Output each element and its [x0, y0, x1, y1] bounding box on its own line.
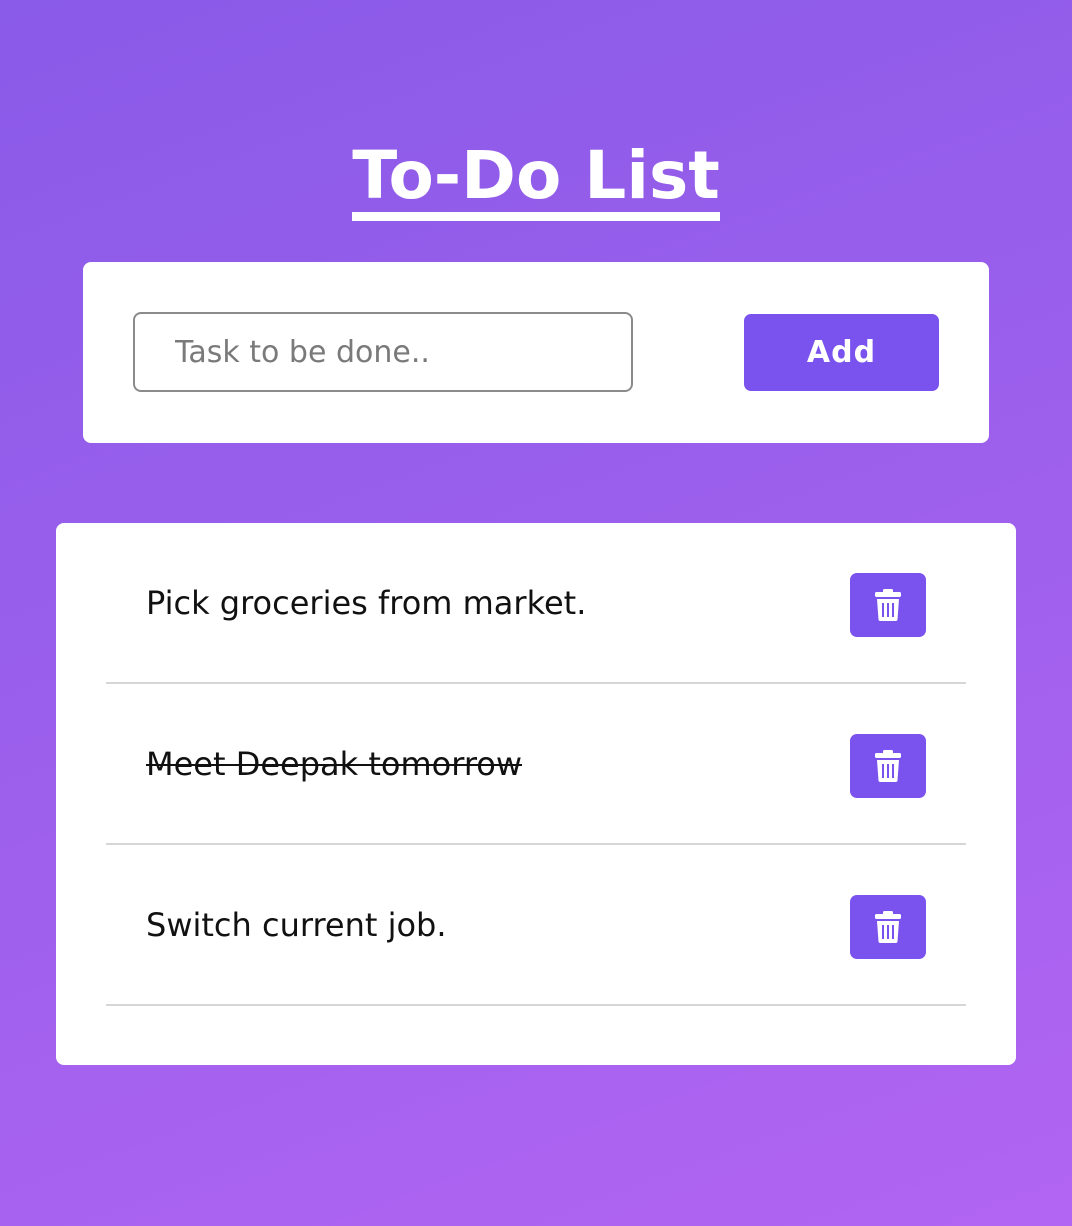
page-title-text: To-Do List [352, 140, 720, 221]
task-list: Pick groceries from market. Meet Deepak … [106, 523, 966, 1006]
trash-icon [874, 749, 902, 783]
trash-icon [874, 588, 902, 622]
task-text[interactable]: Meet Deepak tomorrow [146, 744, 522, 784]
task-item: Meet Deepak tomorrow [106, 684, 966, 845]
page-title: To-Do List [0, 136, 1072, 221]
add-task-card: Add [83, 262, 989, 443]
delete-task-button[interactable] [850, 895, 926, 959]
task-item: Pick groceries from market. [106, 523, 966, 684]
task-input[interactable] [133, 312, 633, 392]
delete-task-button[interactable] [850, 573, 926, 637]
add-button[interactable]: Add [744, 314, 939, 391]
delete-task-button[interactable] [850, 734, 926, 798]
task-text[interactable]: Pick groceries from market. [146, 583, 586, 623]
trash-icon [874, 910, 902, 944]
task-list-card: Pick groceries from market. Meet Deepak … [56, 523, 1016, 1065]
task-item: Switch current job. [106, 845, 966, 1006]
task-text[interactable]: Switch current job. [146, 905, 447, 945]
